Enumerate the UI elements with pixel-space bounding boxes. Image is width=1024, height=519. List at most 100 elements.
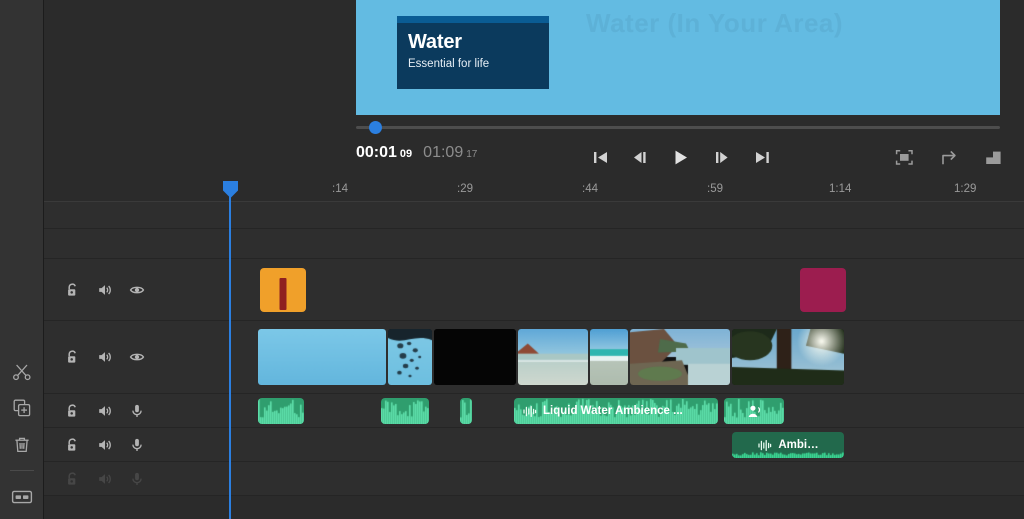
preview-ghost-text: Water (In Your Area) bbox=[586, 8, 844, 38]
title-card-heading: Water bbox=[408, 31, 462, 53]
track-video-lane[interactable] bbox=[176, 321, 1024, 393]
left-toolbar bbox=[0, 0, 44, 519]
unlock-icon[interactable] bbox=[58, 432, 88, 458]
track-titles bbox=[44, 259, 1024, 321]
timecode-display: 00:01 09 01:09 17 bbox=[356, 144, 477, 162]
ruler-label: :59 bbox=[707, 183, 723, 195]
transport-bar: 00:01 09 01:09 17 bbox=[356, 142, 1024, 174]
track-empty-1 bbox=[44, 202, 1024, 229]
ruler-label: :14 bbox=[332, 183, 348, 195]
scrubber-handle[interactable] bbox=[369, 121, 383, 134]
unlock-icon[interactable] bbox=[58, 344, 88, 370]
track-audio-1-header bbox=[44, 394, 176, 427]
track-titles-lane[interactable] bbox=[176, 259, 1024, 320]
scrubber-track[interactable] bbox=[356, 126, 1000, 129]
unlock-icon[interactable] bbox=[58, 466, 88, 492]
ruler-label: 1:14 bbox=[829, 183, 852, 195]
step-forward-button[interactable] bbox=[708, 143, 736, 171]
preview-scrubber[interactable] bbox=[356, 120, 1000, 136]
unlock-icon[interactable] bbox=[58, 277, 88, 303]
audio-waveform bbox=[381, 398, 429, 424]
audio-clip-title: Liquid Water Ambience ... bbox=[543, 405, 683, 417]
timeline-ruler[interactable]: :14:29:44:59 1:14 1:29 bbox=[44, 180, 1024, 202]
audio-clip-label bbox=[724, 398, 784, 424]
video-clip-bubbles[interactable] bbox=[388, 329, 432, 385]
crop-icon[interactable] bbox=[0, 480, 44, 514]
play-button[interactable] bbox=[667, 143, 695, 171]
current-timecode: 00:01 bbox=[356, 144, 397, 161]
video-clip-wave[interactable] bbox=[590, 329, 628, 385]
track-audio-3-header bbox=[44, 462, 176, 495]
track-audio-1: Liquid Water Ambience ... bbox=[44, 394, 1024, 428]
video-thumbnail bbox=[388, 329, 432, 385]
speaker-icon[interactable] bbox=[90, 398, 120, 424]
fullscreen-icon[interactable] bbox=[891, 144, 917, 170]
title-clip-end[interactable] bbox=[800, 268, 846, 312]
audio-clip-2[interactable] bbox=[381, 398, 429, 424]
video-clip-forest[interactable] bbox=[732, 329, 844, 385]
video-clip-rocks[interactable] bbox=[630, 329, 730, 385]
video-clip-black[interactable] bbox=[434, 329, 516, 385]
track-empty-2 bbox=[44, 229, 1024, 259]
eye-icon[interactable] bbox=[122, 277, 152, 303]
playhead-line bbox=[229, 190, 231, 519]
video-thumbnail bbox=[434, 329, 516, 385]
track-audio-1-lane[interactable]: Liquid Water Ambience ... bbox=[176, 394, 1024, 427]
track-audio-3-lane[interactable] bbox=[176, 462, 1024, 495]
speaker-icon[interactable] bbox=[90, 466, 120, 492]
title-clip-marker bbox=[279, 278, 287, 310]
toolbar-divider bbox=[10, 470, 34, 471]
speaker-icon[interactable] bbox=[90, 277, 120, 303]
audio-clip-voice[interactable] bbox=[724, 398, 784, 424]
track-audio-2-lane[interactable]: Ambi… bbox=[176, 428, 1024, 461]
timeline-panel: :14:29:44:59 1:14 1:29 Liquid Water Ambien… bbox=[44, 180, 1024, 519]
delete-icon[interactable] bbox=[0, 428, 44, 462]
audio-waveform bbox=[258, 398, 304, 424]
skip-to-start-button[interactable] bbox=[586, 143, 614, 171]
skip-to-end-button[interactable] bbox=[748, 143, 776, 171]
audio-clip-ambi[interactable]: Ambi… bbox=[732, 432, 844, 458]
track-empty-1-lane[interactable] bbox=[176, 202, 1024, 228]
duplicate-icon[interactable] bbox=[0, 391, 44, 425]
video-preview[interactable]: Water (In Your Area) Water Essential for… bbox=[356, 0, 1000, 115]
video-thumbnail bbox=[258, 329, 386, 385]
audio-clip-ambience[interactable]: Liquid Water Ambience ... bbox=[514, 398, 718, 424]
preview-utilities bbox=[891, 142, 1006, 172]
video-clip-sky[interactable] bbox=[258, 329, 386, 385]
audio-clip-label: Ambi… bbox=[732, 432, 844, 458]
waveform-icon bbox=[757, 439, 772, 452]
ruler-label: :29 bbox=[457, 183, 473, 195]
track-audio-2-header bbox=[44, 428, 176, 461]
audio-clip-title: Ambi… bbox=[778, 439, 819, 451]
track-audio-3 bbox=[44, 462, 1024, 496]
share-icon[interactable] bbox=[936, 144, 962, 170]
audio-clip-1[interactable] bbox=[258, 398, 304, 424]
ruler-label: :44 bbox=[582, 183, 598, 195]
video-thumbnail bbox=[518, 329, 588, 385]
speaker-icon[interactable] bbox=[90, 432, 120, 458]
mic-icon[interactable] bbox=[122, 398, 152, 424]
waveform-icon bbox=[522, 405, 537, 418]
mic-icon[interactable] bbox=[122, 466, 152, 492]
title-card-subheading: Essential for life bbox=[408, 58, 490, 70]
audio-waveform bbox=[460, 398, 472, 424]
video-clip-beach[interactable] bbox=[518, 329, 588, 385]
preview-panel: Water (In Your Area) Water Essential for… bbox=[44, 0, 1024, 180]
title-clip-water[interactable] bbox=[260, 268, 306, 312]
track-empty-2-lane[interactable] bbox=[176, 229, 1024, 258]
speaker-icon[interactable] bbox=[90, 344, 120, 370]
total-timecode: 01:09 bbox=[423, 144, 464, 161]
video-editor-window: Water (In Your Area) Water Essential for… bbox=[0, 0, 1024, 519]
voiceover-icon bbox=[746, 404, 763, 418]
audio-clip-label: Liquid Water Ambience ... bbox=[514, 398, 718, 424]
eye-icon[interactable] bbox=[122, 344, 152, 370]
current-timecode-frames: 09 bbox=[399, 148, 413, 160]
export-icon[interactable] bbox=[980, 144, 1006, 170]
split-icon[interactable] bbox=[0, 355, 44, 389]
audio-clip-3[interactable] bbox=[460, 398, 472, 424]
step-back-button[interactable] bbox=[627, 143, 655, 171]
unlock-icon[interactable] bbox=[58, 398, 88, 424]
mic-icon[interactable] bbox=[122, 432, 152, 458]
playhead-handle[interactable] bbox=[222, 180, 239, 199]
video-thumbnail bbox=[590, 329, 628, 385]
